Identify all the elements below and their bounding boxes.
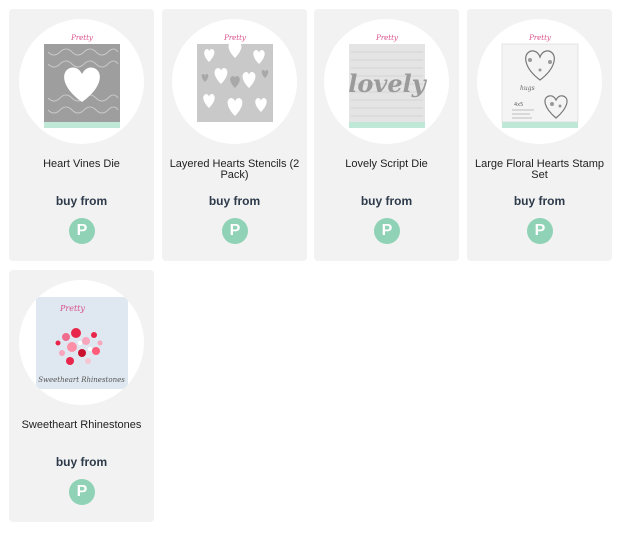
product-thumbnail[interactable]: Pretty hugs 4x5 [477, 19, 602, 144]
product-card: Pretty hugs 4x5 Large Floral Hearts Stam… [467, 9, 612, 261]
store-link-button[interactable]: P [69, 218, 95, 244]
product-thumbnail[interactable]: Pretty Sweetheart Rhinestones [19, 280, 144, 405]
product-thumbnail[interactable]: Pretty [19, 19, 144, 144]
package-caption: Sweetheart Rhinestones [38, 376, 125, 384]
product-title[interactable]: Layered Hearts Stencils (2 Pack) [168, 159, 301, 181]
svg-text:Pretty: Pretty [70, 34, 94, 42]
store-icon: P [76, 222, 88, 239]
svg-text:Pretty: Pretty [223, 34, 247, 42]
svg-text:Pretty: Pretty [375, 34, 399, 42]
store-icon: P [76, 483, 88, 500]
product-title[interactable]: Lovely Script Die [320, 159, 453, 170]
product-title[interactable]: Large Floral Hearts Stamp Set [473, 159, 606, 181]
lovely-script-die-icon: Pretty lovely [348, 34, 427, 128]
store-icon: P [534, 222, 546, 239]
store-link-button[interactable]: P [374, 218, 400, 244]
layered-hearts-stencil-icon: Pretty [196, 34, 273, 122]
buy-from-label: buy from [208, 194, 261, 208]
store-icon: P [229, 222, 241, 239]
floral-hearts-stamp-icon: Pretty hugs 4x5 [501, 34, 578, 128]
product-thumbnail[interactable]: Pretty lovely [324, 19, 449, 144]
store-link-button[interactable]: P [527, 218, 553, 244]
product-card: Pretty lovely Lovely Script Die buy from… [314, 9, 459, 261]
product-title[interactable]: Sweetheart Rhinestones [15, 420, 148, 431]
store-link-button[interactable]: P [69, 479, 95, 505]
svg-text:Pretty: Pretty [59, 304, 85, 313]
svg-text:lovely: lovely [348, 69, 427, 98]
product-title[interactable]: Heart Vines Die [15, 159, 148, 170]
svg-text:4x5: 4x5 [514, 102, 523, 108]
svg-text:hugs: hugs [520, 85, 535, 92]
store-icon: P [381, 222, 393, 239]
buy-from-label: buy from [55, 194, 108, 208]
buy-from-label: buy from [513, 194, 566, 208]
product-card: Pretty Sweetheart Rhinestones Sweetheart… [9, 270, 154, 522]
store-link-button[interactable]: P [222, 218, 248, 244]
sweetheart-rhinestones-icon: Pretty [35, 296, 128, 389]
buy-from-label: buy from [360, 194, 413, 208]
product-card: Pretty Layered Hearts Stencils (2 Pack) … [162, 9, 307, 261]
heart-vines-die-icon: Pretty [43, 34, 120, 128]
buy-from-label: buy from [55, 455, 108, 469]
product-thumbnail[interactable]: Pretty [172, 19, 297, 144]
product-card: Pretty Heart Vines Die buy from P [9, 9, 154, 261]
svg-text:Pretty: Pretty [528, 34, 552, 42]
